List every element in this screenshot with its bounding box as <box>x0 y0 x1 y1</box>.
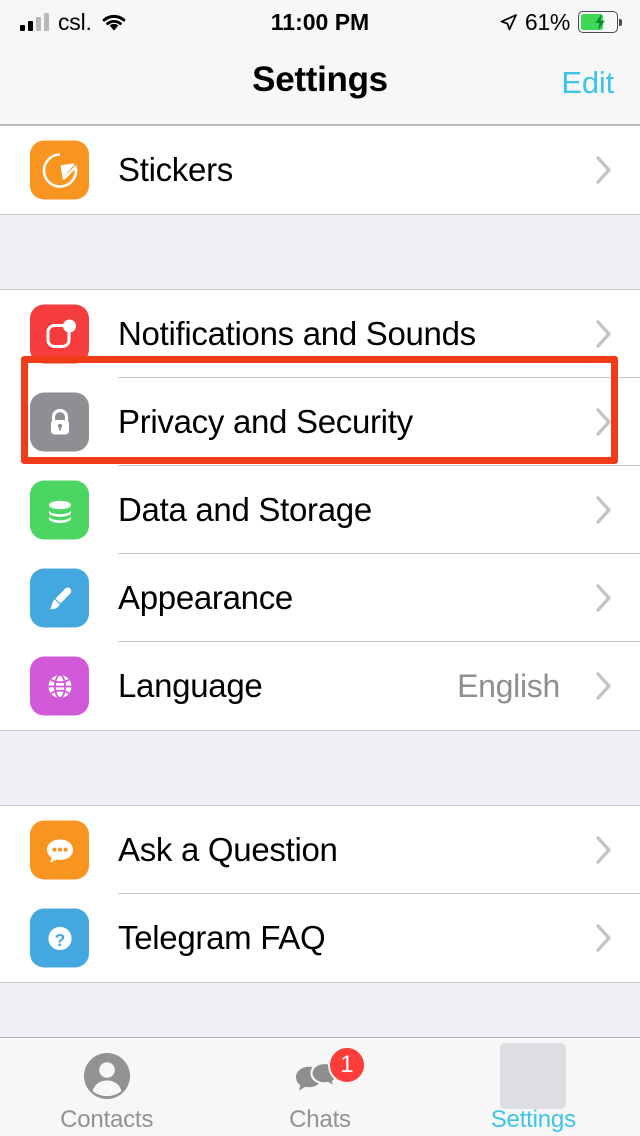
status-bar-right: 61% <box>500 0 622 44</box>
chevron-right-icon <box>596 496 612 524</box>
battery-percent-label: 61% <box>524 8 570 35</box>
tab-chats[interactable]: 1 Chats <box>213 1038 426 1136</box>
chevron-right-icon <box>596 836 612 864</box>
svg-text:?: ? <box>54 929 65 949</box>
location-arrow-icon <box>500 13 517 31</box>
settings-row-value: English <box>457 667 560 704</box>
tab-label: Contacts <box>60 1106 154 1133</box>
settings-row-label: Data and Storage <box>118 491 372 528</box>
settings-row-label: Appearance <box>118 579 293 616</box>
settings-row-appearance[interactable]: Appearance <box>0 554 640 642</box>
battery-charging-icon <box>578 11 622 33</box>
lock-icon <box>30 392 89 452</box>
settings-row-label: Notifications and Sounds <box>118 315 476 352</box>
settings-row-label: Stickers <box>118 151 233 188</box>
chats-unread-badge: 1 <box>327 1046 366 1084</box>
tab-label: Settings <box>490 1106 576 1133</box>
chevron-right-icon <box>596 924 612 952</box>
notification-bell-icon <box>30 304 89 364</box>
tab-settings[interactable]: Settings <box>427 1038 640 1136</box>
chevron-right-icon <box>596 156 612 184</box>
gear-placeholder-icon <box>500 1043 567 1109</box>
chat-bubble-icon <box>30 820 89 880</box>
settings-row-telegram-faq[interactable]: ? Telegram FAQ <box>0 894 640 982</box>
settings-row-notifications-and-sounds[interactable]: Notifications and Sounds <box>0 290 640 378</box>
question-mark-icon: ? <box>30 908 89 968</box>
tab-label: Chats <box>289 1106 351 1133</box>
person-icon <box>81 1050 133 1102</box>
settings-row-ask-a-question[interactable]: Ask a Question <box>0 806 640 894</box>
chevron-right-icon <box>596 408 612 436</box>
sticker-icon <box>30 140 89 200</box>
settings-row-stickers[interactable]: Stickers <box>0 126 640 214</box>
settings-group-main: Notifications and Sounds Privacy and Sec… <box>0 289 640 731</box>
page-title: Settings <box>252 60 388 99</box>
status-bar: csl. 11:00 PM 61% <box>0 0 640 44</box>
globe-icon <box>30 656 89 716</box>
settings-row-privacy-and-security[interactable]: Privacy and Security <box>0 378 640 466</box>
section-gap <box>0 731 640 805</box>
section-gap <box>0 215 640 289</box>
edit-button[interactable]: Edit <box>561 65 614 101</box>
settings-group-stickers: Stickers <box>0 125 640 215</box>
settings-row-label: Language <box>118 667 263 704</box>
nav-bar: Settings Edit <box>0 44 640 125</box>
settings-row-label: Telegram FAQ <box>118 919 326 956</box>
settings-row-language[interactable]: Language English <box>0 642 640 730</box>
paintbrush-icon <box>30 568 89 628</box>
app-screen: csl. 11:00 PM 61% Settings Edit Stickers… <box>0 0 640 1136</box>
settings-row-label: Privacy and Security <box>118 403 413 440</box>
chevron-right-icon <box>596 672 612 700</box>
tab-contacts[interactable]: Contacts <box>0 1038 213 1136</box>
database-icon <box>30 480 89 540</box>
chat-bubbles-icon: 1 <box>292 1046 366 1102</box>
settings-row-data-and-storage[interactable]: Data and Storage <box>0 466 640 554</box>
settings-list[interactable]: Stickers Notifications and Sounds Privac… <box>0 125 640 1057</box>
clock-label: 11:00 PM <box>270 9 370 35</box>
chevron-right-icon <box>596 320 612 348</box>
settings-row-label: Ask a Question <box>118 831 338 868</box>
settings-group-help: Ask a Question ? Telegram FAQ <box>0 805 640 983</box>
tab-bar: Contacts 1 Chats Settings <box>0 1037 640 1136</box>
chevron-right-icon <box>596 584 612 612</box>
